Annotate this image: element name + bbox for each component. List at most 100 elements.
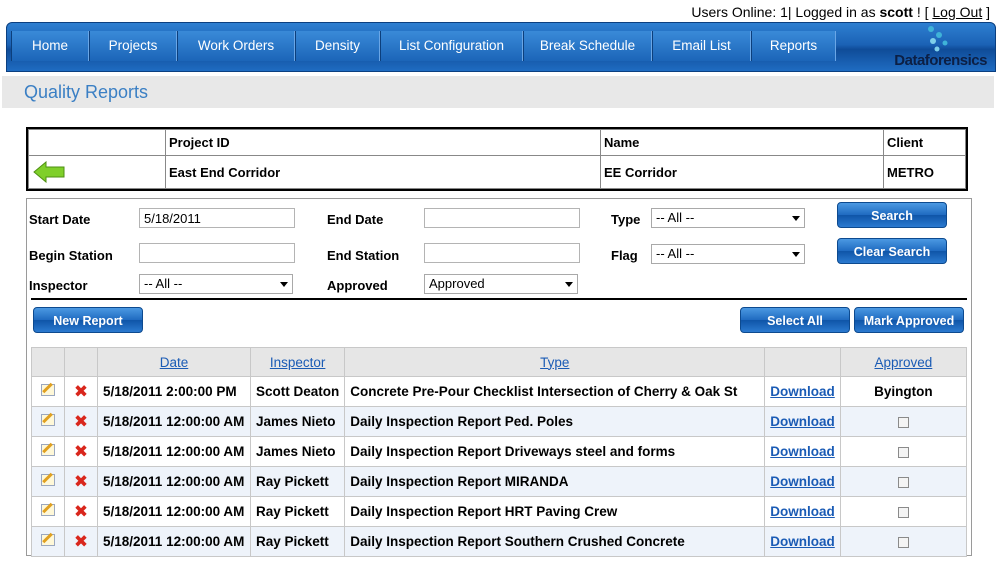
delete-cell: ✖: [64, 526, 98, 557]
type-sort-link[interactable]: Type: [540, 355, 569, 370]
approve-checkbox[interactable]: [897, 536, 909, 548]
approved-sort-link[interactable]: Approved: [874, 355, 932, 370]
delete-icon[interactable]: ✖: [74, 412, 88, 431]
mark-approved-button[interactable]: Mark Approved: [854, 307, 964, 333]
nav-home[interactable]: Home: [11, 31, 89, 61]
download-link[interactable]: Download: [770, 444, 835, 459]
nav-list-configuration[interactable]: List Configuration: [380, 31, 523, 61]
download-link[interactable]: Download: [770, 504, 835, 519]
delete-icon[interactable]: ✖: [74, 532, 88, 551]
col-approved: Approved: [839, 347, 968, 377]
inspector-select[interactable]: -- All --: [139, 274, 293, 294]
inspector-label: Inspector: [29, 278, 88, 293]
edit-icon[interactable]: [41, 534, 55, 546]
table-row: ✖ 5/18/2011 12:00:00 AM Ray Pickett Dail…: [31, 496, 968, 527]
approved-select[interactable]: Approved: [424, 274, 578, 294]
date-cell: 5/18/2011 12:00:00 AM: [97, 466, 251, 497]
project-header: Project ID Name Client East End Corridor…: [26, 127, 968, 191]
edit-icon[interactable]: [41, 414, 55, 426]
end-date-input[interactable]: [424, 208, 580, 228]
new-report-button[interactable]: New Report: [33, 307, 143, 333]
approve-checkbox[interactable]: [897, 476, 909, 488]
project-header-blank: [28, 129, 166, 156]
approve-checkbox[interactable]: [897, 416, 909, 428]
edit-cell: [31, 526, 65, 557]
page-title: Quality Reports: [24, 82, 149, 102]
delete-icon[interactable]: ✖: [74, 382, 88, 401]
back-cell: [28, 155, 166, 189]
col-type: Type: [344, 347, 766, 377]
delete-icon[interactable]: ✖: [74, 472, 88, 491]
delete-cell: ✖: [64, 466, 98, 497]
approved-cell: [839, 436, 968, 467]
approved-cell: [839, 496, 968, 527]
start-date-input[interactable]: [139, 208, 295, 228]
start-date-label: Start Date: [29, 212, 91, 227]
approve-checkbox[interactable]: [897, 506, 909, 518]
chevron-down-icon: [792, 252, 800, 257]
end-date-label: End Date: [327, 212, 384, 227]
download-cell: Download: [764, 526, 841, 557]
download-link[interactable]: Download: [770, 474, 835, 489]
nav-work-orders[interactable]: Work Orders: [177, 31, 295, 61]
search-button[interactable]: Search: [837, 202, 947, 228]
type-cell: Daily Inspection Report Southern Crushed…: [344, 526, 766, 557]
clear-search-button[interactable]: Clear Search: [837, 238, 947, 264]
nav-reports[interactable]: Reports: [751, 31, 836, 61]
logout-link[interactable]: Log Out: [932, 4, 982, 20]
select-all-button[interactable]: Select All: [740, 307, 850, 333]
nav-email-list[interactable]: Email List: [652, 31, 751, 61]
type-cell: Concrete Pre-Pour Checklist Intersection…: [344, 376, 766, 407]
date-cell: 5/18/2011 12:00:00 AM: [97, 526, 251, 557]
delete-cell: ✖: [64, 406, 98, 437]
nav-density[interactable]: Density: [295, 31, 380, 61]
nav-projects[interactable]: Projects: [89, 31, 177, 61]
date-sort-link[interactable]: Date: [160, 355, 189, 370]
type-select[interactable]: -- All --: [651, 208, 805, 228]
download-link[interactable]: Download: [770, 414, 835, 429]
col-date: Date: [97, 347, 251, 377]
table-row: ✖ 5/18/2011 12:00:00 AM Ray Pickett Dail…: [31, 526, 968, 557]
table-row: ✖ 5/18/2011 12:00:00 AM James Nieto Dail…: [31, 406, 968, 437]
col-download: [764, 347, 841, 377]
approved-cell: [839, 466, 968, 497]
edit-icon[interactable]: [41, 474, 55, 486]
download-cell: Download: [764, 436, 841, 467]
title-strip: Quality Reports: [2, 76, 994, 108]
type-label: Type: [611, 212, 641, 227]
nav-break-schedule[interactable]: Break Schedule: [523, 31, 652, 61]
approved-cell: Byington: [839, 376, 968, 407]
col-inspector: Inspector: [249, 347, 346, 377]
project-name-value: EE Corridor: [600, 155, 884, 189]
chevron-down-icon: [280, 282, 288, 287]
divider: [31, 298, 967, 300]
user-status: Users Online: 1| Logged in as scott ! [ …: [691, 4, 990, 20]
project-name-header: Name: [600, 129, 884, 156]
project-id-value: East End Corridor: [165, 155, 601, 189]
users-online-text: Users Online: 1| Logged in as: [691, 4, 876, 20]
chevron-down-icon: [792, 216, 800, 221]
project-client-header: Client: [883, 129, 966, 156]
flag-select[interactable]: -- All --: [651, 244, 805, 264]
inspector-cell: James Nieto: [249, 436, 346, 467]
edit-icon[interactable]: [41, 384, 55, 396]
download-cell: Download: [764, 466, 841, 497]
edit-icon[interactable]: [41, 504, 55, 516]
delete-cell: ✖: [64, 436, 98, 467]
type-cell: Daily Inspection Report Driveways steel …: [344, 436, 766, 467]
approved-select-value: Approved: [429, 276, 485, 291]
inspector-sort-link[interactable]: Inspector: [270, 355, 326, 370]
table-row: ✖ 5/18/2011 12:00:00 AM Ray Pickett Dail…: [31, 466, 968, 497]
begin-station-input[interactable]: [139, 243, 295, 263]
project-client-value: METRO: [883, 155, 966, 189]
search-panel: Start Date End Date Type -- All -- Searc…: [26, 198, 972, 557]
download-link[interactable]: Download: [770, 384, 835, 399]
type-cell: Daily Inspection Report Ped. Poles: [344, 406, 766, 437]
end-station-input[interactable]: [424, 243, 580, 263]
delete-icon[interactable]: ✖: [74, 442, 88, 461]
download-link[interactable]: Download: [770, 534, 835, 549]
edit-icon[interactable]: [41, 444, 55, 456]
green-left-arrow-icon[interactable]: [32, 160, 66, 184]
delete-icon[interactable]: ✖: [74, 502, 88, 521]
approve-checkbox[interactable]: [897, 446, 909, 458]
